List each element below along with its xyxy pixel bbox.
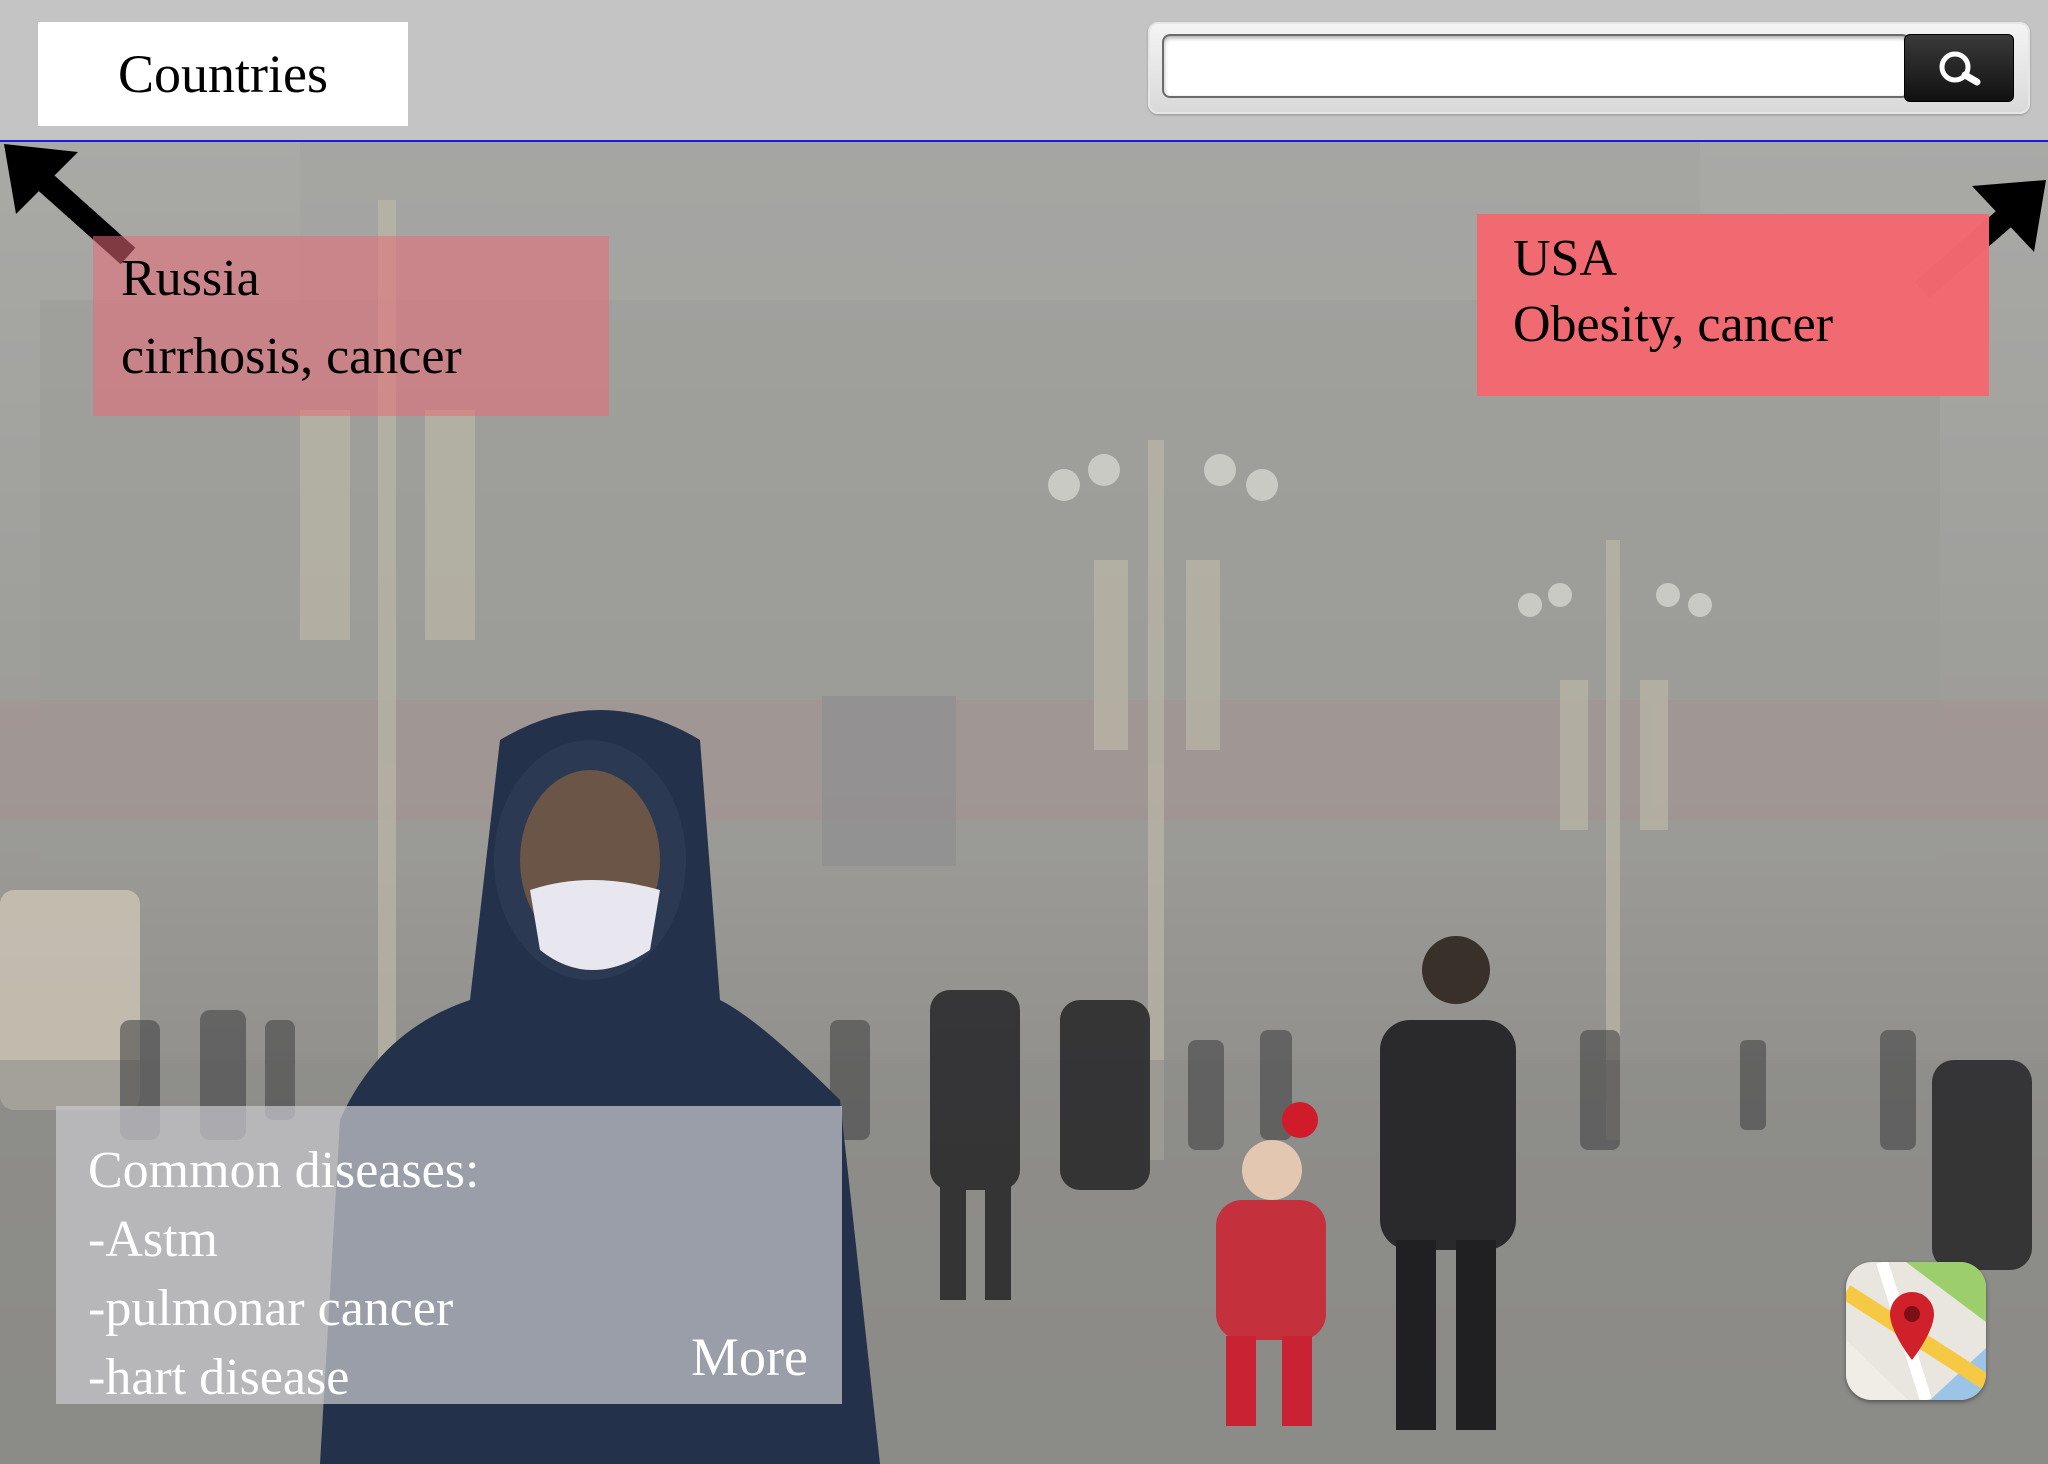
disease-item: -Astm <box>88 1211 218 1268</box>
common-diseases-panel: Common diseases: -Astm -pulmonar cancer … <box>56 1106 842 1406</box>
country-name: Russia <box>121 250 260 307</box>
country-name: USA <box>1513 230 1618 287</box>
countries-button[interactable]: Countries <box>38 22 408 126</box>
common-diseases-heading: Common diseases: <box>88 1142 480 1199</box>
search-input[interactable] <box>1162 34 1910 98</box>
search-icon <box>1939 51 1981 86</box>
more-link[interactable]: More <box>691 1323 808 1392</box>
maps-app-icon <box>1846 1262 1986 1400</box>
country-card-russia[interactable]: Russia cirrhosis, cancer <box>93 236 609 416</box>
country-diseases: Obesity, cancer <box>1513 296 1834 353</box>
country-card-usa[interactable]: USA Obesity, cancer <box>1477 214 1989 396</box>
search-bar <box>1148 22 2030 114</box>
search-button[interactable] <box>1904 34 2014 102</box>
country-diseases: cirrhosis, cancer <box>121 328 462 385</box>
top-bar: Countries <box>0 0 2048 142</box>
maps-app-button[interactable] <box>1846 1262 1986 1400</box>
